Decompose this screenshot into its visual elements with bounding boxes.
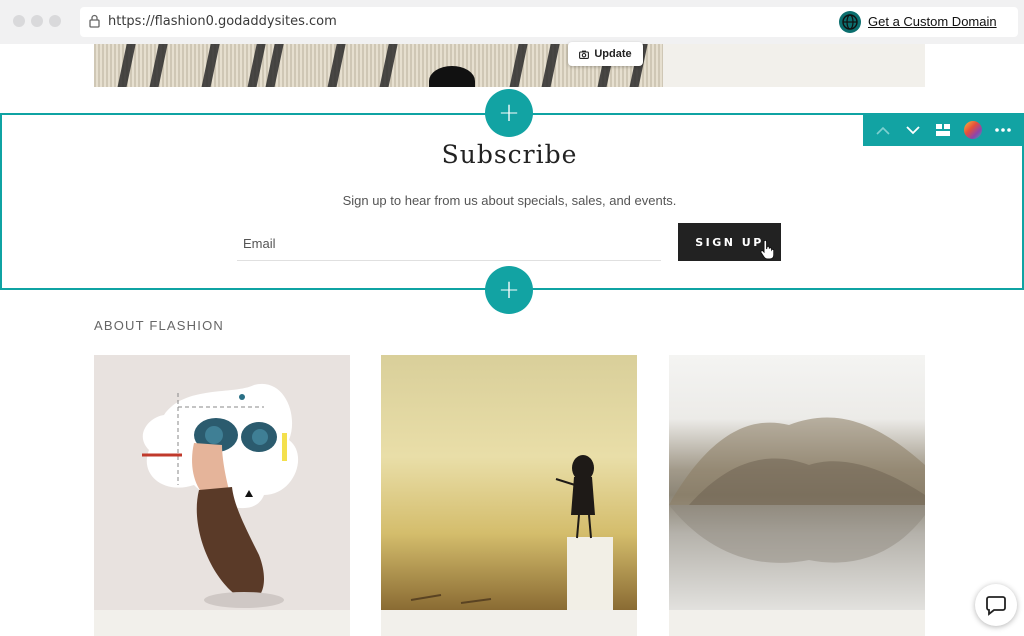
misty-forest-lake-image: [669, 355, 925, 610]
lock-icon: [89, 14, 100, 28]
update-image-button[interactable]: Update: [568, 42, 643, 66]
about-heading: ABOUT FLASHION: [94, 318, 224, 333]
window-maximize-dot[interactable]: [49, 15, 61, 27]
binoculars-collage-image: [94, 355, 350, 610]
hero-side-panel: [663, 44, 925, 87]
chat-icon: [986, 596, 1006, 616]
subscribe-title: Subscribe: [441, 140, 578, 169]
about-card-2[interactable]: [381, 355, 637, 636]
email-input[interactable]: [237, 226, 661, 261]
window-minimize-dot[interactable]: [31, 15, 43, 27]
add-section-button-bottom[interactable]: +: [485, 266, 533, 314]
address-bar[interactable]: https://flashion0.godaddysites.com Get a…: [80, 7, 1018, 37]
update-label: Update: [594, 48, 632, 60]
window-close-dot[interactable]: [13, 15, 25, 27]
camera-icon: [579, 50, 590, 59]
add-section-button-top[interactable]: +: [485, 89, 533, 137]
browser-chrome: https://flashion0.godaddysites.com Get a…: [0, 0, 1024, 44]
about-card-1[interactable]: [94, 355, 350, 636]
globe-icon[interactable]: [839, 11, 861, 33]
figure-on-pedestal-image: [381, 355, 637, 610]
subscribe-description: Sign up to hear from us about specials, …: [342, 193, 677, 208]
about-card-3[interactable]: [669, 355, 925, 636]
hand-cursor-icon: [760, 240, 774, 260]
url-text[interactable]: https://flashion0.godaddysites.com: [108, 14, 337, 29]
chat-button[interactable]: [975, 584, 1017, 626]
get-custom-domain-link[interactable]: Get a Custom Domain: [868, 14, 997, 29]
